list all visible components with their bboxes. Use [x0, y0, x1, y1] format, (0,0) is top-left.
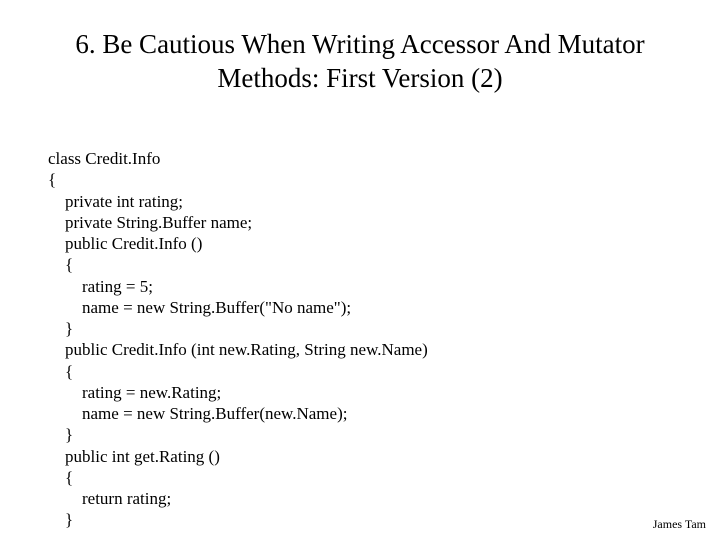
slide-title: 6. Be Cautious When Writing Accessor And… — [0, 28, 720, 96]
title-line-1: 6. Be Cautious When Writing Accessor And… — [75, 29, 644, 59]
code-block: class Credit.Info { private int rating; … — [48, 148, 672, 531]
title-line-2: Methods: First Version (2) — [217, 63, 502, 93]
footer-author: James Tam — [653, 517, 706, 532]
slide: 6. Be Cautious When Writing Accessor And… — [0, 0, 720, 540]
